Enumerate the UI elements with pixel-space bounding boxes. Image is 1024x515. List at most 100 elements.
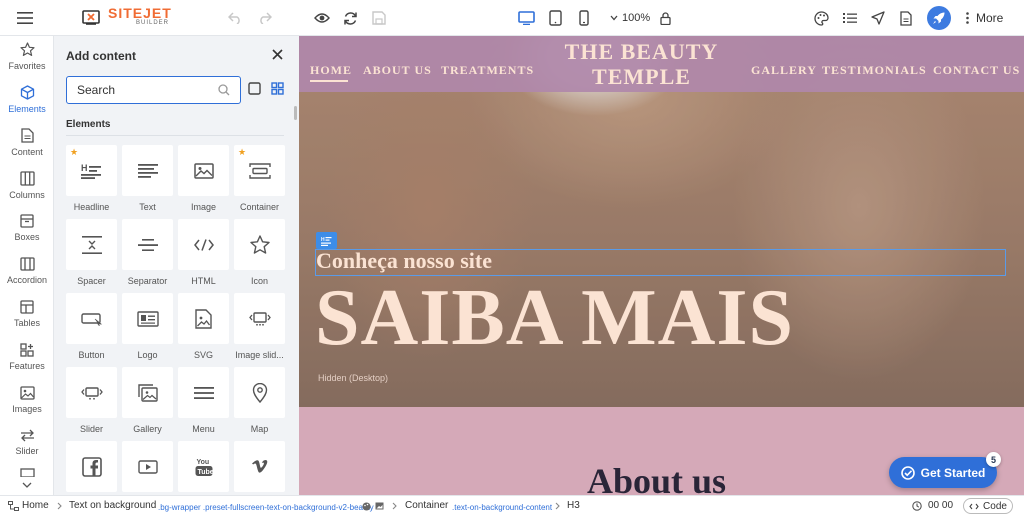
mobile-view-icon[interactable] (579, 6, 589, 30)
element-type-badge-icon[interactable]: H (316, 232, 337, 249)
code-button[interactable]: Code (963, 498, 1013, 514)
element-tile-youtube[interactable]: You Tube (178, 441, 229, 498)
rail-item-slider[interactable]: Slider (0, 429, 54, 469)
rail-label: Content (11, 147, 43, 157)
nav-link-home[interactable]: HOME (310, 63, 352, 78)
favorite-star-icon: ★ (238, 147, 247, 157)
vimeo-icon (251, 459, 267, 473)
element-tile-icon[interactable]: Icon (234, 219, 285, 286)
element-tile-slider[interactable]: Slider (66, 367, 117, 434)
image-icon (193, 162, 214, 179)
tablet-view-icon[interactable] (549, 6, 562, 30)
site-brand[interactable]: THE BEAUTY TEMPLE (539, 39, 744, 89)
tile-label: Menu (192, 424, 215, 434)
rail-more-items[interactable] (0, 468, 54, 495)
code-label: Code (983, 500, 1007, 512)
element-tile-facebook[interactable] (66, 441, 117, 498)
partial-rail-icon (19, 468, 35, 477)
notification-count-badge: 5 (986, 452, 1001, 467)
nav-link-contact[interactable]: CONTACT US (933, 63, 1020, 78)
preview-eye-icon[interactable] (314, 6, 330, 30)
more-menu-button[interactable]: More (966, 6, 1003, 30)
element-tile-container[interactable]: ★ Container (234, 145, 285, 212)
rail-item-content[interactable]: Content (0, 128, 54, 168)
rail-item-accordion[interactable]: Accordion (0, 257, 54, 297)
rail-item-tables[interactable]: Tables (0, 300, 54, 340)
breadcrumb-container[interactable]: Container (405, 500, 448, 512)
nav-link-about[interactable]: ABOUT US (363, 63, 432, 78)
map-pin-icon (252, 382, 267, 403)
navigation-arrow-icon[interactable] (871, 6, 885, 30)
hero-heading[interactable]: SAIBA MAIS (315, 273, 794, 364)
element-tile-html[interactable]: HTML (178, 219, 229, 286)
search-field[interactable] (66, 76, 241, 104)
panel-scrollbar[interactable] (294, 106, 297, 120)
rail-item-images[interactable]: Images (0, 386, 54, 426)
tile-label: Separator (127, 276, 168, 286)
palette-icon[interactable] (814, 6, 829, 30)
nav-link-gallery[interactable]: GALLERY (751, 63, 817, 78)
breadcrumb-section[interactable]: Text on background (69, 500, 156, 512)
search-input[interactable] (77, 83, 207, 97)
site-header: HOME ABOUT US TREATMENTS THE BEAUTY TEMP… (299, 36, 1024, 92)
element-tile-menu[interactable]: Menu (178, 367, 229, 434)
redo-icon[interactable] (258, 6, 272, 30)
about-heading[interactable]: About us (587, 460, 726, 495)
tile-label: Slider (79, 424, 103, 434)
lock-icon (660, 11, 671, 25)
nav-link-treatments[interactable]: TREATMENTS (441, 63, 534, 78)
element-tile-button[interactable]: Button (66, 293, 117, 360)
element-tile-map[interactable]: Map (234, 367, 285, 434)
rail-label: Boxes (14, 232, 40, 242)
page-document-icon[interactable] (900, 6, 912, 30)
get-started-button[interactable]: Get Started (889, 457, 997, 488)
breadcrumb-element[interactable]: H3 (567, 500, 580, 512)
element-tile-text[interactable]: Text (122, 145, 173, 212)
rail-item-boxes[interactable]: Boxes (0, 214, 54, 254)
tile-label: Headline (73, 202, 110, 212)
chevron-down-icon (22, 482, 32, 488)
save-icon[interactable] (372, 6, 386, 30)
publish-rocket-icon[interactable] (927, 6, 951, 30)
element-tile-spacer[interactable]: Spacer (66, 219, 117, 286)
element-tile-svg[interactable]: SVG (178, 293, 229, 360)
element-tile-vimeo[interactable] (234, 441, 285, 498)
rail-item-favorites[interactable]: Favorites (0, 42, 54, 82)
grid-view-icon[interactable] (271, 82, 284, 95)
rail-label: Slider (15, 446, 39, 456)
rail-item-columns[interactable]: Columns (0, 171, 54, 211)
element-tile-logo[interactable]: Logo (122, 293, 173, 360)
tile-label: Gallery (133, 424, 162, 434)
columns-icon (19, 171, 35, 186)
menu-icon (193, 386, 214, 399)
clock-icon (912, 501, 922, 511)
tile-label: Logo (137, 350, 158, 360)
hamburger-menu-icon[interactable] (17, 6, 33, 30)
nav-link-testimonials[interactable]: TESTIMONIALS (822, 63, 927, 78)
element-tile-video[interactable] (122, 441, 173, 498)
document-icon (20, 128, 34, 143)
desktop-view-icon[interactable] (518, 6, 535, 30)
rail-label: Accordion (6, 275, 48, 285)
breadcrumb-container-classes: .text-on-background-content (452, 503, 553, 512)
refresh-icon[interactable] (343, 6, 358, 30)
hero-subheading[interactable]: Conheça nosso site (316, 248, 492, 274)
rail-item-elements[interactable]: Elements (0, 85, 54, 125)
element-tile-image-slider[interactable]: Image slid... (234, 293, 285, 360)
svg-text:Tube: Tube (197, 469, 213, 476)
breadcrumb-section-classes: .bg-wrapper .preset-fullscreen-text-on-b… (158, 503, 374, 512)
element-tile-separator[interactable]: Separator (122, 219, 173, 286)
element-tile-headline[interactable]: ★ H Headline (66, 145, 117, 212)
zoom-control[interactable]: 100% (604, 7, 677, 29)
breadcrumb-home[interactable]: Home (22, 500, 49, 512)
element-tile-image[interactable]: Image (178, 145, 229, 212)
rail-item-features[interactable]: Features (0, 343, 54, 383)
website-canvas[interactable]: HOME ABOUT US TREATMENTS THE BEAUTY TEMP… (299, 36, 1024, 495)
list-icon[interactable] (843, 6, 857, 30)
close-icon[interactable] (272, 49, 284, 61)
hidden-desktop-note: Hidden (Desktop) (318, 373, 389, 383)
undo-icon[interactable] (228, 6, 242, 30)
box-icon (20, 214, 34, 228)
single-view-icon[interactable] (248, 82, 261, 95)
element-tile-gallery[interactable]: Gallery (122, 367, 173, 434)
